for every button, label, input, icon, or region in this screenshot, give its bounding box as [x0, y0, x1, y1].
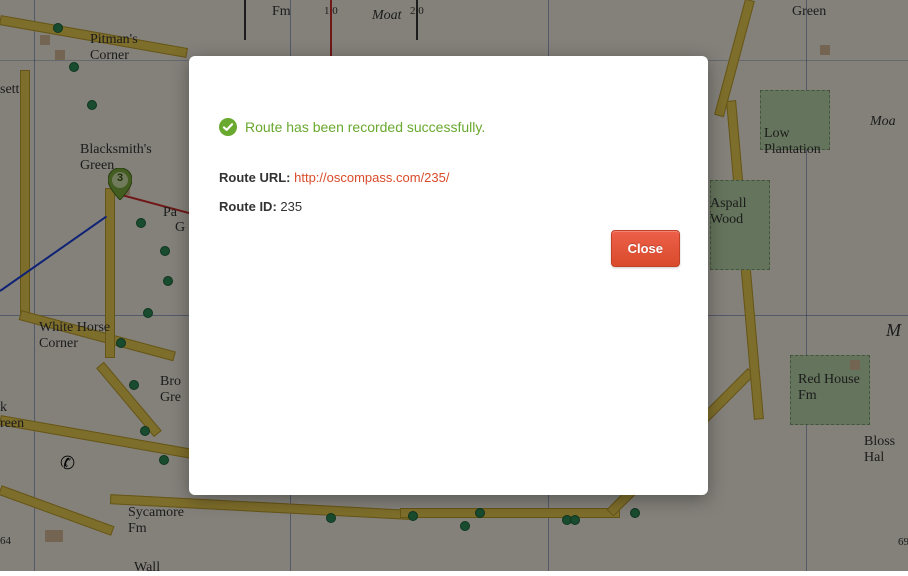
route-saved-dialog: Route has been recorded successfully. Ro…	[189, 56, 708, 495]
close-button[interactable]: Close	[611, 230, 680, 267]
route-url-row: Route URL: http://oscompass.com/235/	[219, 170, 678, 185]
route-id-value: 235	[280, 199, 302, 214]
success-message-text: Route has been recorded successfully.	[245, 119, 485, 135]
route-id-label: Route ID:	[219, 199, 277, 214]
success-message-row: Route has been recorded successfully.	[219, 118, 678, 136]
check-circle-icon	[219, 118, 237, 136]
route-url-label: Route URL:	[219, 170, 291, 185]
route-id-row: Route ID: 235	[219, 199, 678, 214]
route-url-link[interactable]: http://oscompass.com/235/	[294, 170, 449, 185]
